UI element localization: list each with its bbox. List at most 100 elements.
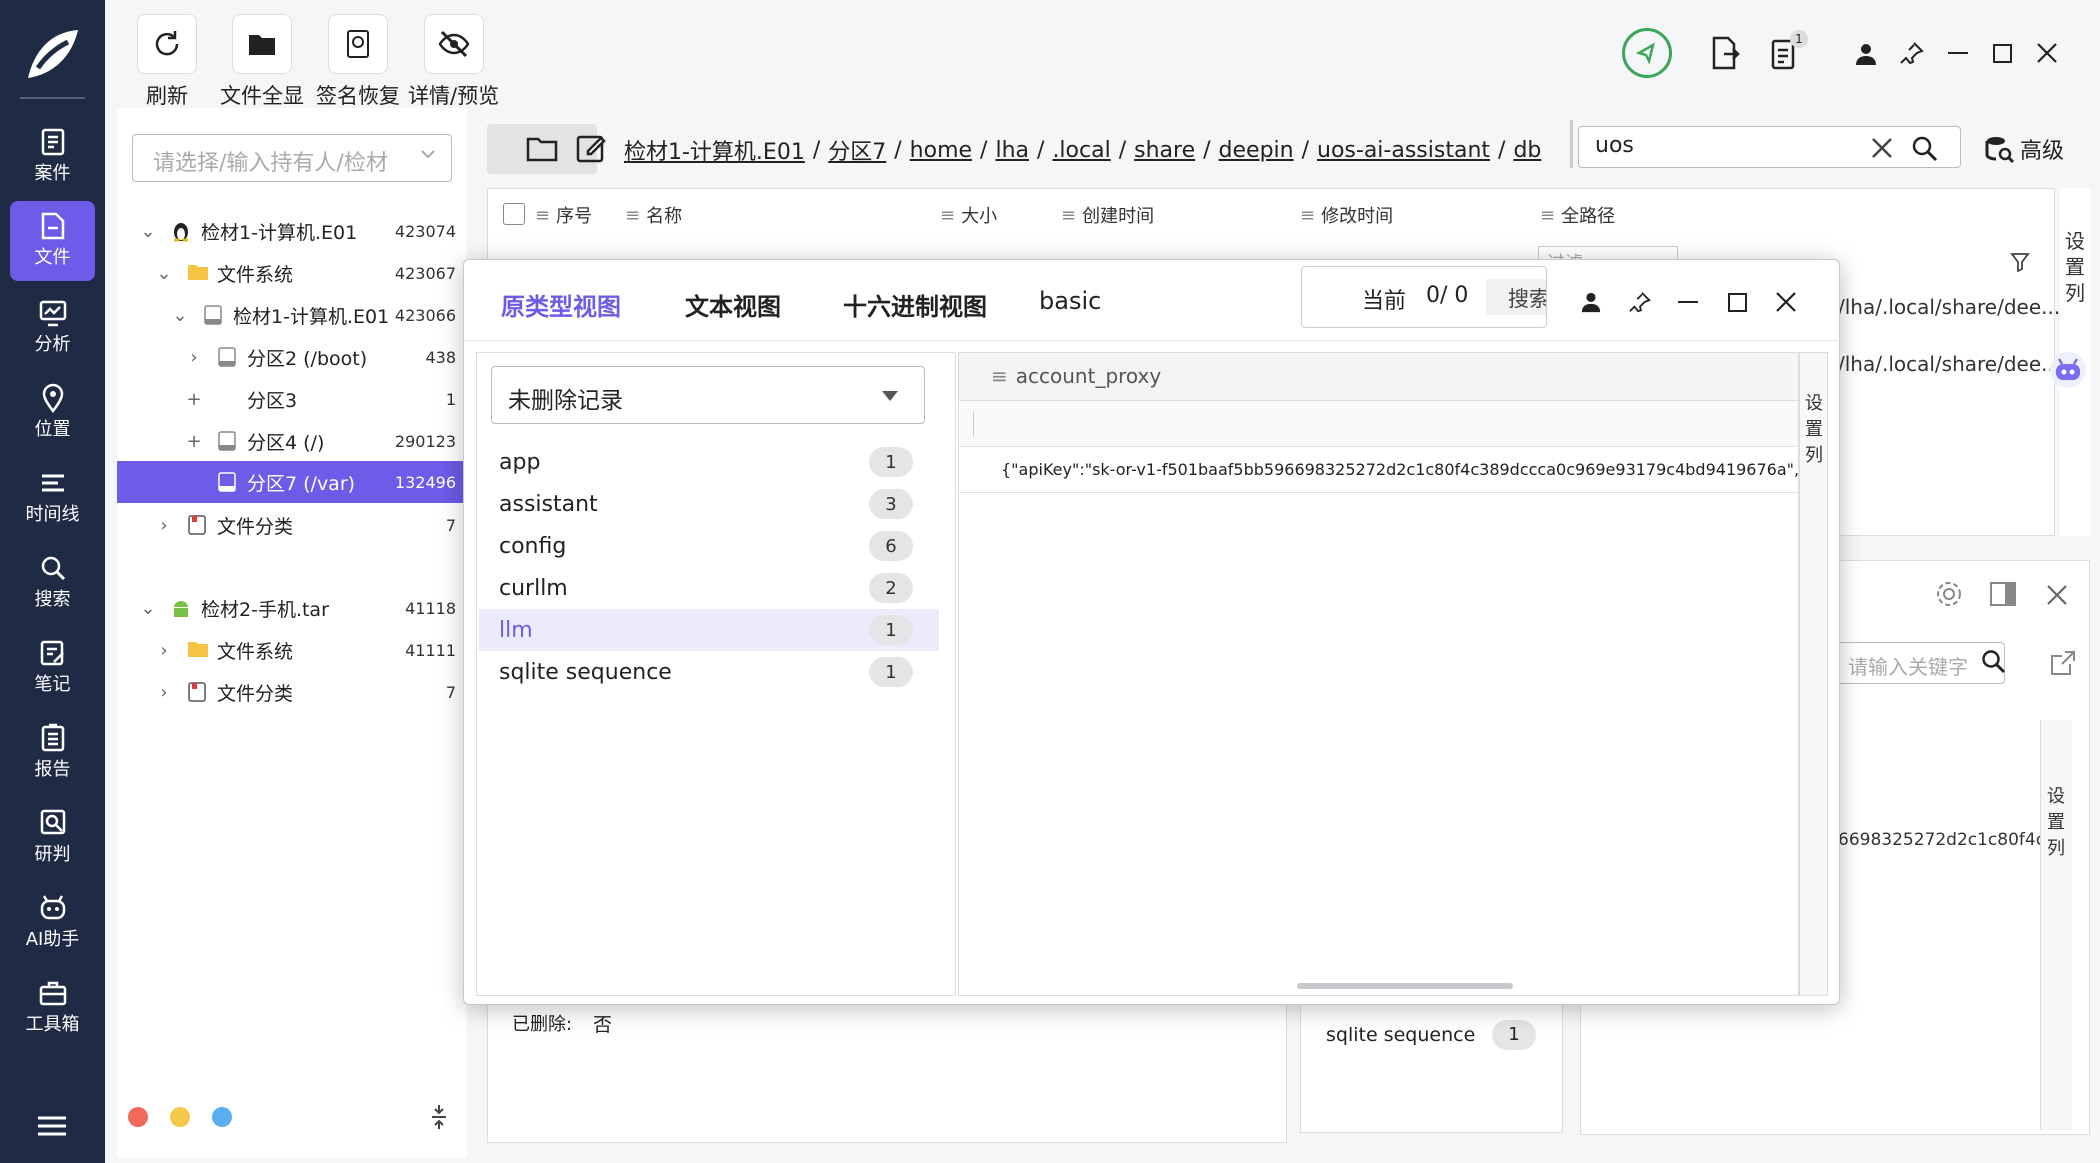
nav-item-toolbox[interactable]: 工具箱 xyxy=(10,968,95,1048)
status-icon[interactable] xyxy=(1622,28,1672,78)
tab-basic[interactable]: basic xyxy=(1039,287,1101,315)
nav-item-judge[interactable]: 研判 xyxy=(10,798,95,878)
column-header[interactable]: ≡ 创建时间 xyxy=(1061,200,1154,230)
list-item[interactable]: config 6 xyxy=(479,525,939,567)
advanced-search-button[interactable]: 高级 xyxy=(1984,133,2064,165)
crumb[interactable]: share xyxy=(1134,138,1195,163)
crumb[interactable]: .local xyxy=(1052,138,1110,163)
tree-node-selected[interactable]: 分区7 (/var) 132496 xyxy=(117,461,465,503)
list-item[interactable]: assistant 3 xyxy=(479,483,939,525)
list-item[interactable]: app 1 xyxy=(479,441,939,483)
tab-hex-view[interactable]: 十六进制视图 xyxy=(843,287,987,322)
yellow-dot[interactable] xyxy=(170,1107,190,1127)
column-header[interactable]: ≡ 修改时间 xyxy=(1300,200,1393,230)
plus-icon[interactable]: + xyxy=(183,431,205,452)
crumb[interactable]: home xyxy=(910,138,972,163)
column-header[interactable]: ≡ 大小 xyxy=(940,200,997,230)
nav-item-search[interactable]: 搜索 xyxy=(10,543,95,623)
refresh-button[interactable]: 刷新 xyxy=(137,14,197,110)
tab-text-view[interactable]: 文本视图 xyxy=(685,287,781,322)
plus-icon[interactable]: + xyxy=(183,389,205,410)
tree-node[interactable]: + 分区4 (/) 290123 xyxy=(117,420,465,462)
maximize-icon[interactable] xyxy=(1719,284,1755,320)
select-all-checkbox[interactable] xyxy=(503,203,525,225)
nav-item-location[interactable]: 位置 xyxy=(10,373,95,453)
column-header[interactable]: ≡ 名称 xyxy=(625,200,682,230)
horizontal-scrollbar[interactable] xyxy=(1297,983,1513,989)
tree-node[interactable]: ⌄ 检材1-计算机.E01 423074 xyxy=(117,210,465,252)
task-list-icon[interactable]: 1 xyxy=(1770,30,1808,70)
nav-item-file[interactable]: 文件 xyxy=(10,201,95,281)
ai-bot-icon[interactable] xyxy=(2050,352,2086,388)
tree-node[interactable]: ⌄ 检材2-手机.tar 41118 xyxy=(117,587,465,629)
minimize-icon[interactable] xyxy=(1670,284,1706,320)
signature-restore-button[interactable]: 签名恢复 xyxy=(316,14,400,110)
tree-node[interactable]: ⌄ 文件系统 423067 xyxy=(117,252,465,294)
chevron-down-icon[interactable]: ⌄ xyxy=(153,263,175,284)
list-item[interactable]: curllm 2 xyxy=(479,567,939,609)
crumb[interactable]: db xyxy=(1513,138,1541,163)
chevron-right-icon[interactable]: › xyxy=(153,682,175,703)
pin-icon[interactable] xyxy=(1622,284,1658,320)
pin-icon[interactable] xyxy=(1899,40,1925,66)
nav-item-case[interactable]: 案件 xyxy=(10,117,95,197)
nav-item-note[interactable]: 笔记 xyxy=(10,628,95,708)
owner-select[interactable]: 请选择/输入持有人/检材 xyxy=(132,134,452,182)
crumb[interactable]: lha xyxy=(995,138,1029,163)
nav-item-timeline[interactable]: 时间线 xyxy=(10,458,95,538)
chevron-right-icon[interactable]: › xyxy=(153,515,175,536)
grid-column-header[interactable]: ≡ account_proxy xyxy=(959,353,1798,401)
menu-icon[interactable] xyxy=(38,1115,66,1137)
filter-icon[interactable] xyxy=(2010,252,2030,272)
edit-path-icon[interactable] xyxy=(576,133,606,163)
tab-native-view[interactable]: 原类型视图 xyxy=(501,287,621,322)
chevron-down-icon[interactable]: ⌄ xyxy=(137,221,159,242)
collapse-icon[interactable] xyxy=(430,1103,448,1131)
crumb[interactable]: deepin xyxy=(1219,138,1294,163)
column-header[interactable]: ≡ 全路径 xyxy=(1540,200,1615,230)
crumb[interactable]: 检材1-计算机.E01 xyxy=(624,134,805,166)
tree-node[interactable]: › 文件分类 7 xyxy=(117,671,465,713)
search-input[interactable]: uos xyxy=(1578,126,1961,168)
chevron-down-icon[interactable]: ⌄ xyxy=(137,598,159,619)
close-icon[interactable] xyxy=(2036,42,2058,64)
crumb[interactable]: 分区7 xyxy=(828,134,886,166)
record-filter-select[interactable]: 未删除记录 xyxy=(491,366,925,424)
red-dot[interactable] xyxy=(128,1107,148,1127)
search-icon[interactable] xyxy=(1980,648,2006,674)
list-item-selected[interactable]: llm 1 xyxy=(479,609,939,651)
external-link-icon[interactable] xyxy=(2050,650,2076,676)
nav-item-report[interactable]: 报告 xyxy=(10,713,95,793)
user-icon[interactable] xyxy=(1573,284,1609,320)
list-item[interactable]: sqlite sequence 1 xyxy=(479,651,939,693)
nav-item-ai[interactable]: AI助手 xyxy=(10,883,95,963)
crumb[interactable]: uos-ai-assistant xyxy=(1317,138,1490,163)
split-view-icon[interactable] xyxy=(1990,582,2016,606)
tree-node[interactable]: › 文件系统 41111 xyxy=(117,629,465,671)
detail-preview-button[interactable]: 详情/预览 xyxy=(408,14,499,110)
export-icon[interactable] xyxy=(1710,36,1740,70)
clear-icon[interactable] xyxy=(1870,136,1894,160)
close-icon[interactable] xyxy=(1768,284,1804,320)
chevron-right-icon[interactable]: › xyxy=(153,640,175,661)
nav-item-analysis[interactable]: 分析 xyxy=(10,288,95,368)
chevron-down-icon[interactable]: ⌄ xyxy=(169,305,191,326)
column-header[interactable]: ≡ 序号 xyxy=(535,200,592,230)
maximize-icon[interactable] xyxy=(1993,44,2012,63)
tree-node[interactable]: + 分区3 1 xyxy=(117,378,465,420)
grid-cell[interactable]: {"apiKey":"sk-or-v1-f501baaf5bb596698325… xyxy=(959,447,1798,493)
search-icon[interactable] xyxy=(1910,134,1938,162)
minimize-icon[interactable] xyxy=(1948,52,1968,54)
find-search-button[interactable]: 搜索 xyxy=(1486,279,1546,315)
gear-icon[interactable] xyxy=(1935,580,1963,608)
grid-set-columns[interactable]: 设置列 xyxy=(1799,352,1828,996)
blue-dot[interactable] xyxy=(212,1107,232,1127)
close-panel-icon[interactable] xyxy=(2046,584,2068,606)
chevron-right-icon[interactable]: › xyxy=(183,347,205,368)
tree-node[interactable]: ⌄ 检材1-计算机.E01 423066 xyxy=(117,294,465,336)
bg-set-columns[interactable]: 设置列 xyxy=(2040,720,2072,1130)
user-icon[interactable] xyxy=(1854,42,1878,66)
tree-node[interactable]: › 分区2 (/boot) 438 xyxy=(117,336,465,378)
tree-node[interactable]: › 文件分类 7 xyxy=(117,504,465,546)
show-all-files-button[interactable]: 文件全显 xyxy=(220,14,304,110)
